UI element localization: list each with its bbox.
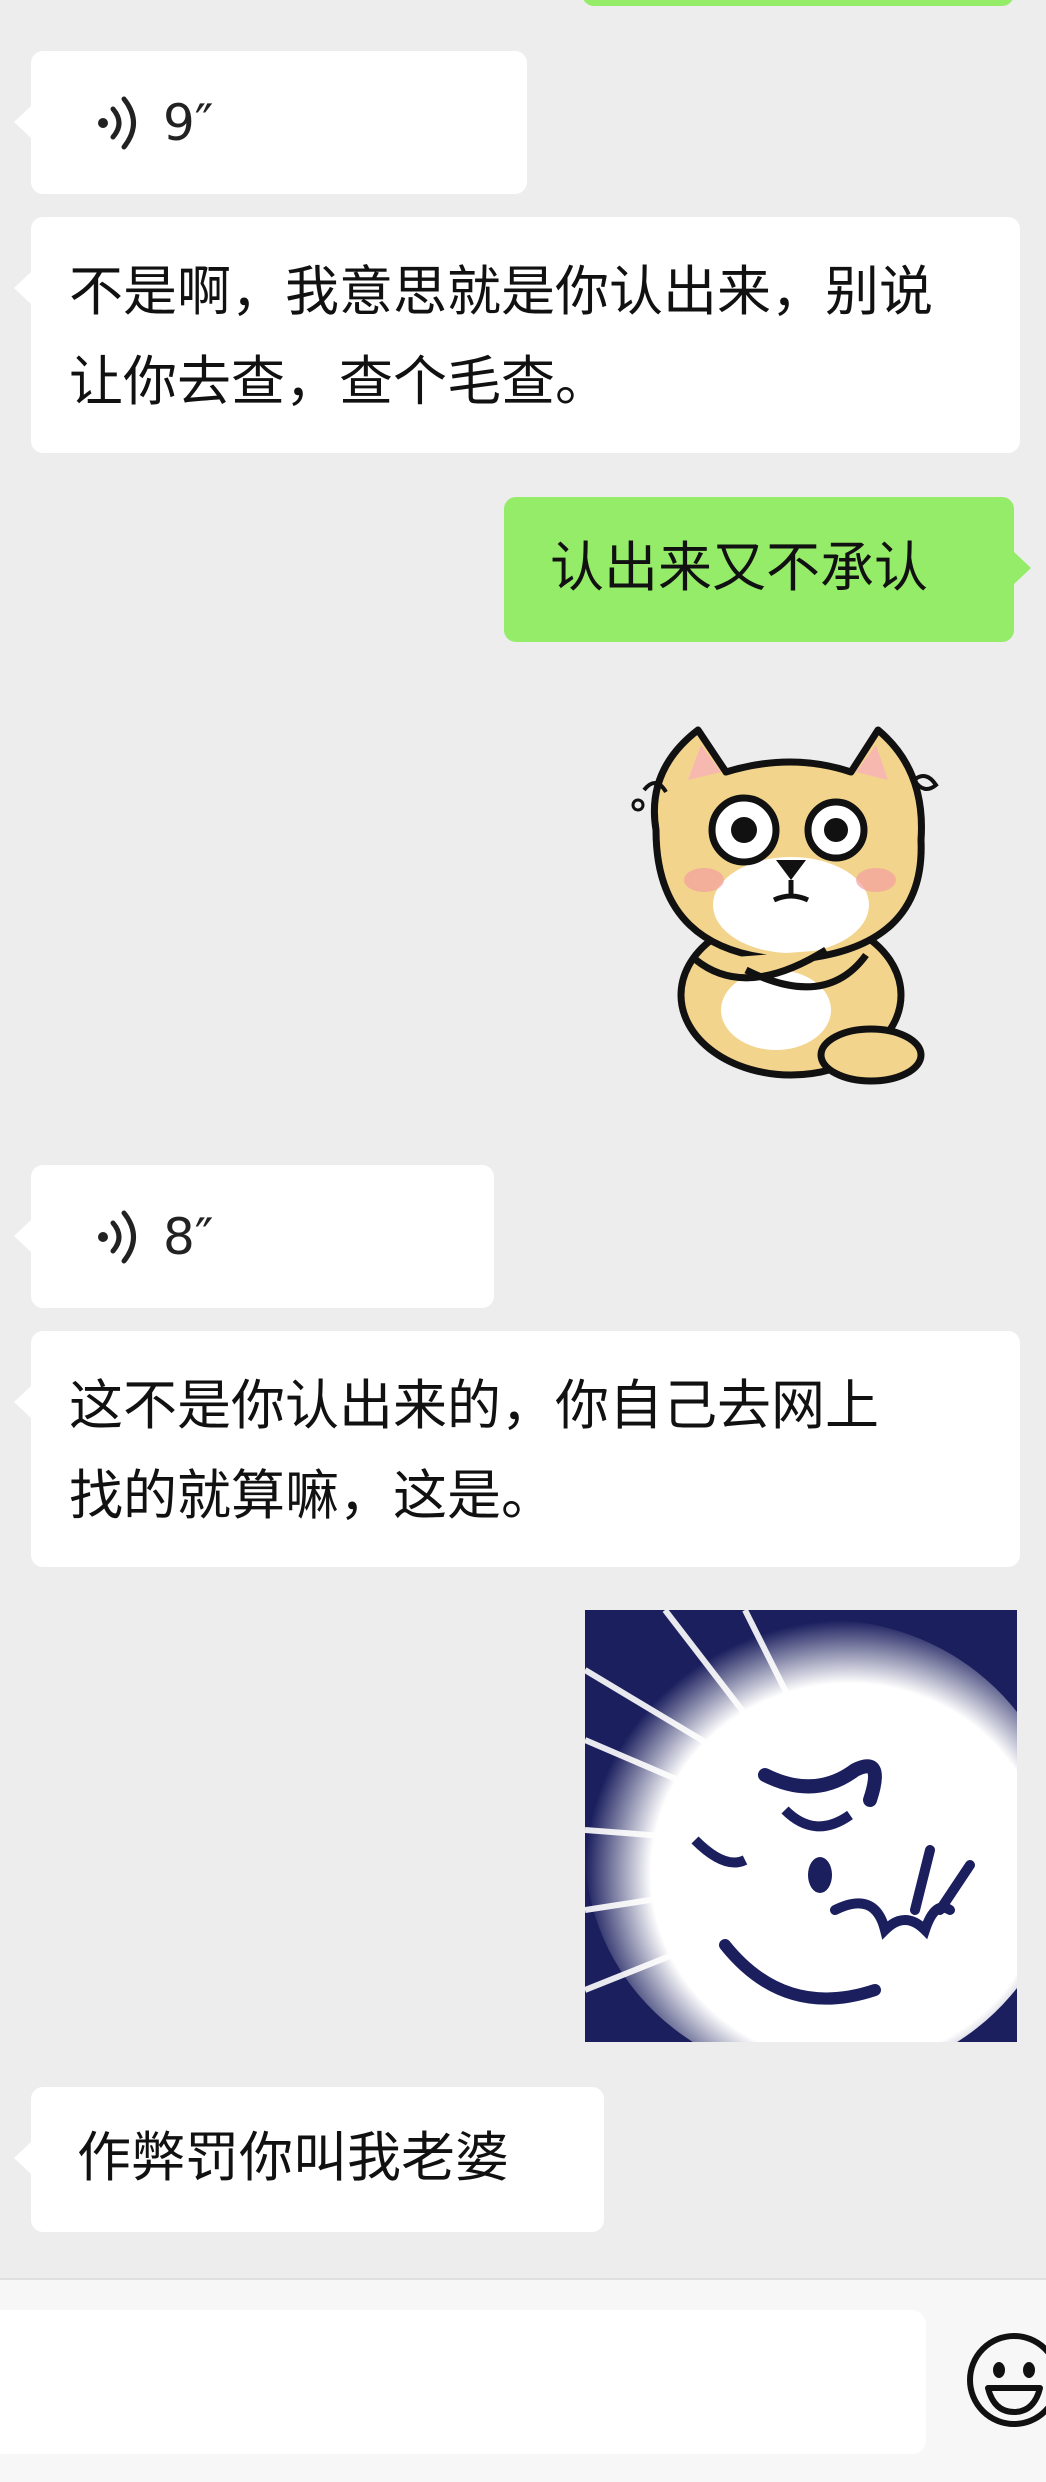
voice-message-bubble[interactable]: 9″ (14, 51, 527, 194)
voice-duration: 8″ (163, 1207, 214, 1266)
voice-wave-icon (98, 1210, 136, 1263)
message-text-line: 让你去查，查个毛查。 (69, 350, 609, 413)
voice-duration: 9″ (163, 93, 214, 152)
chat-input-bar (0, 2278, 1046, 2482)
outgoing-text-bubble[interactable]: 认出来又不承认 (504, 497, 1031, 642)
previous-outgoing-bubble[interactable] (582, 0, 1014, 6)
angry-face-sticker[interactable] (585, 1610, 1017, 2042)
incoming-text-bubble[interactable]: 这不是你认出来的，你自己去网上 找的就算嘛，这是。 (14, 1331, 1020, 1567)
shiba-dog-sticker[interactable] (626, 700, 946, 1100)
chat-message-list[interactable]: 9″ 不是啊，我意思就是你认出来，别说 让你去查，查个毛查。 认出来又不承认 8… (0, 0, 1046, 2278)
message-text-line: 不是啊，我意思就是你认出来，别说 (69, 260, 933, 323)
voice-wave-icon (98, 96, 136, 149)
message-text: 认出来又不承认 (550, 536, 928, 599)
message-input[interactable] (0, 2310, 926, 2454)
message-text-line: 找的就算嘛，这是。 (69, 1464, 555, 1527)
voice-message-bubble[interactable]: 8″ (14, 1165, 494, 1308)
message-text-line: 这不是你认出来的，你自己去网上 (69, 1374, 879, 1437)
message-text: 作弊罚你叫我老婆 (77, 2126, 509, 2189)
emoji-smile-icon[interactable] (964, 2330, 1046, 2430)
incoming-text-bubble[interactable]: 不是啊，我意思就是你认出来，别说 让你去查，查个毛查。 (14, 217, 1020, 453)
incoming-text-bubble[interactable]: 作弊罚你叫我老婆 (14, 2087, 604, 2232)
